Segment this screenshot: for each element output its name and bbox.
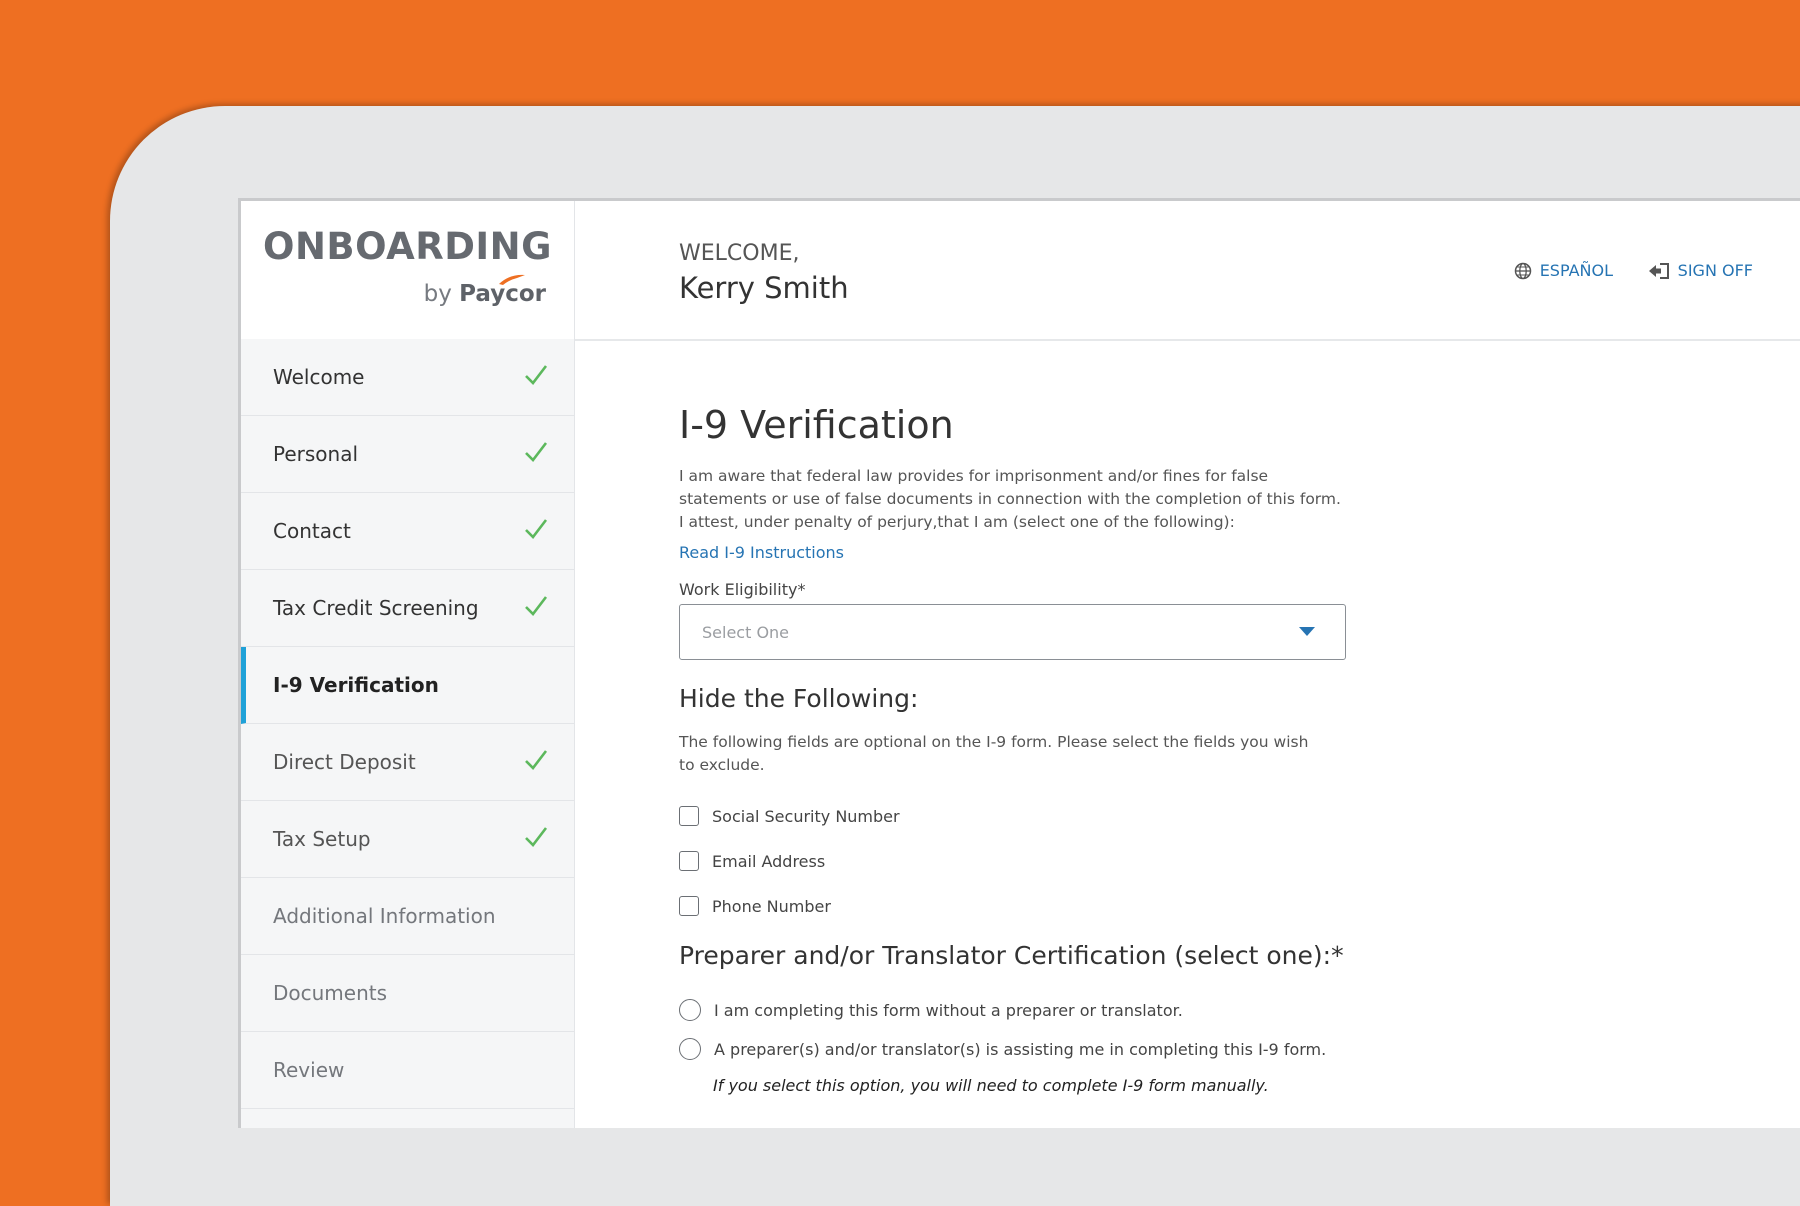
checkbox-box[interactable] — [679, 896, 699, 916]
welcome-label: WELCOME, — [679, 241, 800, 266]
sidebar-item-additional-information[interactable]: Additional Information — [241, 878, 574, 955]
paycor-swoosh-icon — [499, 274, 526, 285]
work-eligibility-label: Work Eligibility* — [679, 580, 806, 599]
sidebar-item-label: Personal — [273, 442, 359, 466]
sidebar-item-label: Tax Credit Screening — [273, 596, 479, 620]
radio-with-preparer[interactable]: A preparer(s) and/or translator(s) is as… — [679, 1038, 1326, 1060]
sidebar-item-label: Welcome — [273, 365, 365, 389]
sidebar-item-contact[interactable]: Contact — [241, 493, 574, 570]
check-icon — [525, 596, 548, 616]
sidebar-item-review[interactable]: Review — [241, 1032, 574, 1109]
checkbox-email[interactable]: Email Address — [679, 851, 825, 871]
radio-label: I am completing this form without a prep… — [714, 1000, 1183, 1020]
radio-circle[interactable] — [679, 1038, 701, 1060]
language-link-label: ESPAÑOL — [1539, 261, 1613, 280]
page-title: I-9 Verification — [679, 403, 954, 447]
i9-instructions-link[interactable]: Read I-9 Instructions — [679, 543, 844, 562]
sidebar-item-i9-verification[interactable]: I-9 Verification — [241, 647, 574, 724]
app-screen: ONBOARDING by Paycor WELCOME, Kerry Smit… — [238, 198, 1800, 1128]
sidebar-item-label: Documents — [273, 981, 388, 1005]
check-icon — [525, 365, 548, 385]
radio-label: A preparer(s) and/or translator(s) is as… — [714, 1039, 1327, 1059]
checkbox-phone[interactable]: Phone Number — [679, 896, 831, 916]
sidebar-nav: Welcome Personal Contact Tax Credit Scre… — [241, 339, 575, 1128]
radio-circle[interactable] — [679, 999, 701, 1021]
check-icon — [525, 442, 548, 462]
sidebar-item-tax-setup[interactable]: Tax Setup — [241, 801, 574, 878]
sidebar-item-welcome[interactable]: Welcome — [241, 339, 574, 416]
checkbox-box[interactable] — [679, 806, 699, 826]
checkbox-label: Phone Number — [712, 896, 831, 916]
language-link[interactable]: ESPAÑOL — [1514, 261, 1613, 280]
sidebar-item-tax-credit-screening[interactable]: Tax Credit Screening — [241, 570, 574, 647]
sidebar-item-label: Review — [273, 1058, 345, 1082]
brand-by-text: by — [423, 281, 452, 307]
check-icon — [525, 750, 548, 770]
hide-fields-help: The following fields are optional on the… — [679, 733, 1309, 774]
work-eligibility-placeholder: Select One — [702, 622, 790, 642]
brand-logo: ONBOARDING by Paycor — [241, 201, 575, 339]
checkbox-label: Email Address — [712, 851, 826, 871]
caret-down-icon — [1299, 627, 1315, 636]
sidebar-item-direct-deposit[interactable]: Direct Deposit — [241, 724, 574, 801]
sidebar-item-label: I-9 Verification — [273, 673, 439, 697]
attestation-text: I am aware that federal law provides for… — [679, 467, 1341, 531]
sign-off-label: SIGN OFF — [1677, 261, 1753, 280]
check-icon — [525, 519, 548, 539]
sidebar-item-label: Additional Information — [273, 904, 496, 928]
sidebar-item-personal[interactable]: Personal — [241, 416, 574, 493]
brand-title: ONBOARDING — [263, 225, 553, 268]
sign-out-icon — [1648, 262, 1669, 279]
work-eligibility-select[interactable]: Select One — [679, 604, 1346, 660]
user-name: Kerry Smith — [679, 271, 849, 305]
sign-off-link[interactable]: SIGN OFF — [1648, 261, 1753, 280]
checkbox-label: Social Security Number — [712, 806, 900, 826]
sidebar-item-label: Contact — [273, 519, 351, 543]
radio-no-preparer[interactable]: I am completing this form without a prep… — [679, 999, 1183, 1021]
brand-company: Paycor — [459, 274, 546, 307]
sidebar-item-label: Direct Deposit — [273, 750, 416, 774]
manual-form-note: If you select this option, you will need… — [713, 1076, 1269, 1095]
checkbox-ssn[interactable]: Social Security Number — [679, 806, 900, 826]
preparer-certification-title: Preparer and/or Translator Certification… — [679, 941, 1344, 970]
main-content: I-9 Verification I am aware that federal… — [575, 341, 1800, 1128]
top-header: WELCOME, Kerry Smith ESPAÑOL SIGN OFF — [575, 201, 1800, 341]
check-icon — [525, 827, 548, 847]
sidebar-item-documents[interactable]: Documents — [241, 955, 574, 1032]
brand-byline: by Paycor — [423, 274, 546, 307]
sidebar-item-label: Tax Setup — [273, 827, 371, 851]
checkbox-box[interactable] — [679, 851, 699, 871]
globe-icon — [1514, 262, 1531, 279]
hide-fields-title: Hide the Following: — [679, 684, 919, 713]
